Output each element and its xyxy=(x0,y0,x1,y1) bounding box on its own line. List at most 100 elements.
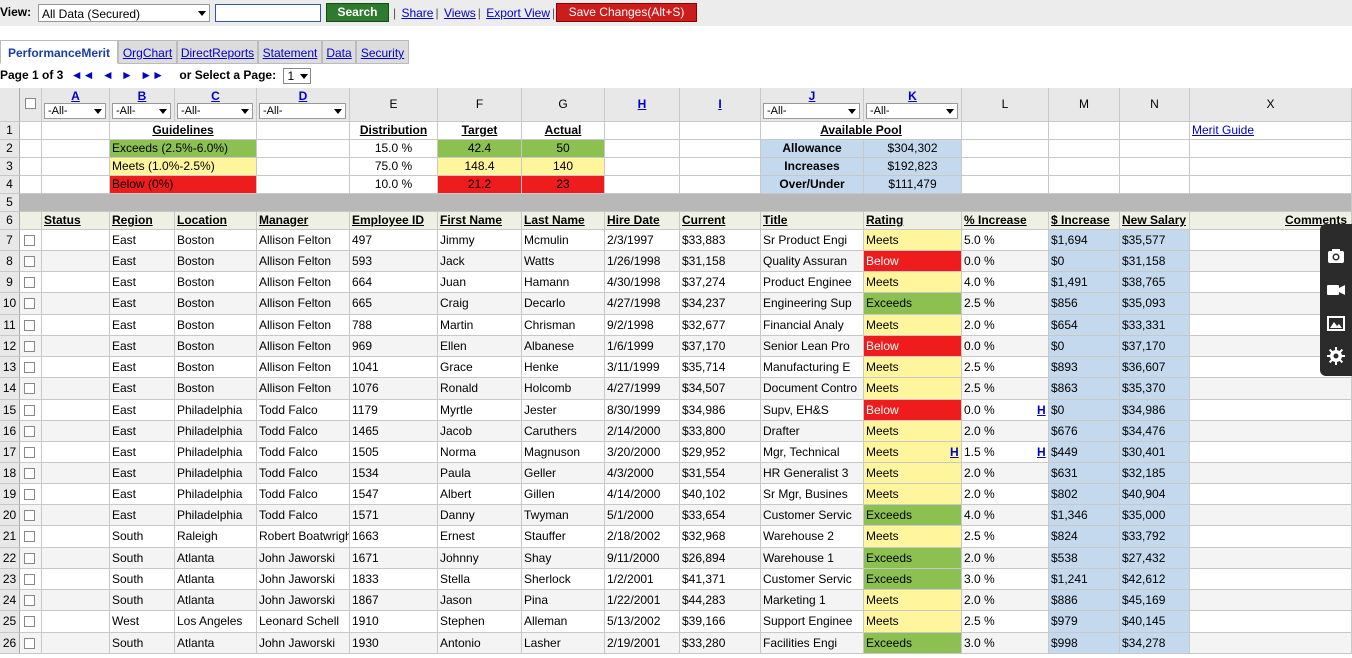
hire-cell[interactable]: 5/13/2002 xyxy=(605,611,680,633)
location-cell[interactable]: Boston xyxy=(175,315,257,336)
first-cell[interactable]: Johnny xyxy=(438,548,522,569)
new-cell[interactable]: $36,607 xyxy=(1120,357,1190,378)
hire-cell[interactable]: 9/2/1998 xyxy=(605,315,680,336)
row-checkbox[interactable] xyxy=(24,616,35,628)
current-cell[interactable]: $34,986 xyxy=(680,400,761,421)
id-cell[interactable]: 1547 xyxy=(350,484,438,505)
region-cell[interactable]: East xyxy=(110,505,175,526)
location-cell[interactable]: Philadelphia xyxy=(175,484,257,505)
hire-cell[interactable]: 2/19/2001 xyxy=(605,633,680,654)
location-cell[interactable]: Raleigh xyxy=(175,526,257,548)
location-cell[interactable]: Boston xyxy=(175,357,257,378)
title-cell[interactable]: Financial Analy xyxy=(761,315,864,336)
gear-icon[interactable] xyxy=(1326,346,1346,366)
last-cell[interactable]: Albanese xyxy=(522,336,605,357)
status-cell[interactable] xyxy=(42,421,110,442)
id-cell[interactable]: 1833 xyxy=(350,569,438,590)
title-cell[interactable]: Document Contro xyxy=(761,378,864,400)
new-cell[interactable]: $33,331 xyxy=(1120,315,1190,336)
id-cell[interactable]: 593 xyxy=(350,251,438,272)
views-link[interactable]: Views xyxy=(444,6,476,20)
rating-cell[interactable]: Below xyxy=(864,251,962,272)
inc-cell[interactable]: $538 xyxy=(1049,548,1120,569)
column-letter[interactable]: I xyxy=(680,88,760,111)
comments-cell[interactable] xyxy=(1190,463,1352,484)
status-cell[interactable] xyxy=(42,336,110,357)
last-cell[interactable]: Shay xyxy=(522,548,605,569)
export-view-link[interactable]: Export View xyxy=(486,6,550,20)
new-cell[interactable]: $40,145 xyxy=(1120,611,1190,633)
current-cell[interactable]: $37,170 xyxy=(680,336,761,357)
inc-cell[interactable]: $863 xyxy=(1049,378,1120,400)
manager-cell[interactable]: John Jaworski xyxy=(257,548,350,569)
hire-cell[interactable]: 4/3/2000 xyxy=(605,463,680,484)
rating-cell[interactable]: Below xyxy=(864,336,962,357)
manager-cell[interactable]: John Jaworski xyxy=(257,633,350,654)
row-checkbox[interactable] xyxy=(24,574,35,586)
status-cell[interactable] xyxy=(42,505,110,526)
manager-cell[interactable]: Todd Falco xyxy=(257,505,350,526)
comments-cell[interactable] xyxy=(1190,526,1352,548)
last-cell[interactable]: Twyman xyxy=(522,505,605,526)
inc-cell[interactable]: $824 xyxy=(1049,526,1120,548)
last-cell[interactable]: Mcmulin xyxy=(522,230,605,251)
header-title[interactable]: Title xyxy=(761,212,864,230)
current-cell[interactable]: $39,166 xyxy=(680,611,761,633)
current-cell[interactable]: $44,283 xyxy=(680,590,761,611)
region-cell[interactable]: East xyxy=(110,357,175,378)
inc-cell[interactable]: $654 xyxy=(1049,315,1120,336)
status-cell[interactable] xyxy=(42,315,110,336)
row-checkbox[interactable] xyxy=(24,489,35,501)
region-cell[interactable]: East xyxy=(110,378,175,400)
search-input[interactable] xyxy=(215,4,321,22)
current-cell[interactable]: $32,968 xyxy=(680,526,761,548)
current-cell[interactable]: $34,237 xyxy=(680,293,761,315)
id-cell[interactable]: 1671 xyxy=(350,548,438,569)
rating-cell[interactable]: Meets xyxy=(864,590,962,611)
pct-cell[interactable]: 1.5 % xyxy=(962,442,1049,463)
pct-cell[interactable]: 4.0 % xyxy=(962,505,1049,526)
row-checkbox[interactable] xyxy=(24,638,35,650)
new-cell[interactable]: $31,158 xyxy=(1120,251,1190,272)
column-letter[interactable]: D xyxy=(257,88,349,103)
location-cell[interactable]: Atlanta xyxy=(175,569,257,590)
status-cell[interactable] xyxy=(42,357,110,378)
manager-cell[interactable]: Allison Felton xyxy=(257,230,350,251)
row-checkbox[interactable] xyxy=(24,510,35,522)
last-cell[interactable]: Jester xyxy=(522,400,605,421)
inc-cell[interactable]: $802 xyxy=(1049,484,1120,505)
first-cell[interactable]: Grace xyxy=(438,357,522,378)
last-cell[interactable]: Geller xyxy=(522,463,605,484)
location-cell[interactable]: Boston xyxy=(175,378,257,400)
pct-cell[interactable]: 5.0 % xyxy=(962,230,1049,251)
comments-cell[interactable] xyxy=(1190,484,1352,505)
hire-cell[interactable]: 4/27/1998 xyxy=(605,293,680,315)
hire-cell[interactable]: 2/18/2002 xyxy=(605,526,680,548)
header-rating[interactable]: Rating xyxy=(864,212,962,230)
header-location[interactable]: Location xyxy=(175,212,257,230)
id-cell[interactable]: 664 xyxy=(350,272,438,293)
row-checkbox[interactable] xyxy=(24,298,35,310)
rating-cell[interactable]: Below xyxy=(864,400,962,421)
region-cell[interactable]: East xyxy=(110,336,175,357)
title-cell[interactable]: Senior Lean Pro xyxy=(761,336,864,357)
id-cell[interactable]: 1076 xyxy=(350,378,438,400)
rating-cell[interactable]: Exceeds xyxy=(864,505,962,526)
region-cell[interactable]: South xyxy=(110,633,175,654)
manager-cell[interactable]: Allison Felton xyxy=(257,251,350,272)
inc-cell[interactable]: $1,694 xyxy=(1049,230,1120,251)
status-cell[interactable] xyxy=(42,272,110,293)
manager-cell[interactable]: Todd Falco xyxy=(257,484,350,505)
row-checkbox[interactable] xyxy=(24,405,35,417)
id-cell[interactable]: 1041 xyxy=(350,357,438,378)
comments-cell[interactable] xyxy=(1190,611,1352,633)
location-cell[interactable]: Boston xyxy=(175,293,257,315)
new-cell[interactable]: $27,432 xyxy=(1120,548,1190,569)
manager-cell[interactable]: Todd Falco xyxy=(257,421,350,442)
rating-cell[interactable]: Meets xyxy=(864,357,962,378)
id-cell[interactable]: 1571 xyxy=(350,505,438,526)
region-cell[interactable]: East xyxy=(110,421,175,442)
pct-cell[interactable]: 0.0 % xyxy=(962,336,1049,357)
row-checkbox[interactable] xyxy=(24,256,35,268)
location-cell[interactable]: Philadelphia xyxy=(175,400,257,421)
